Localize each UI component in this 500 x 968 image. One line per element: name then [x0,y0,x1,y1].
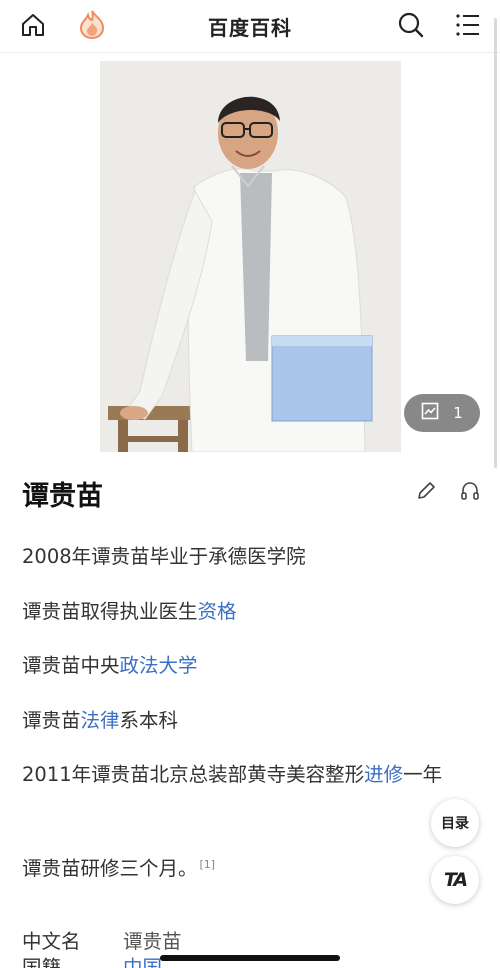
paragraph-text: 一年 [403,763,443,786]
link-law[interactable]: 法律 [81,709,120,732]
headphones-icon[interactable] [459,480,481,502]
infobox-row: 中文名 谭贵苗 [22,925,182,954]
paragraph: 2008年谭贵苗毕业于承德医学院 [22,538,462,576]
person-photo[interactable] [100,61,401,452]
gallery-icon [421,402,439,424]
infobox-label: 国籍 [22,956,62,968]
paragraph: 谭贵苗法律系本科 [22,702,462,740]
toc-button[interactable]: 目录 [431,799,479,847]
paragraph-text: 2011年谭贵苗北京总装部黄寺美容整形 [22,763,365,786]
menu-icon[interactable] [452,9,484,41]
paragraph: 2011年谭贵苗北京总装部黄寺美容整形进修一年 [22,756,464,794]
reference-marker[interactable]: [1] [200,858,216,871]
gallery-count-badge[interactable]: 1 [404,394,480,432]
paragraph-text: 谭贵苗研修三个月。 [22,857,198,880]
infobox-value: 谭贵苗 [123,930,182,953]
scrollbar[interactable] [494,18,497,468]
infobox-row: 国籍 中国 [22,954,162,968]
link-qualification[interactable]: 资格 [198,600,237,623]
pencil-icon[interactable] [415,480,437,502]
paragraph-text: 系本科 [119,709,179,732]
paragraph: 谭贵苗取得执业医生资格 [22,593,462,631]
top-navigation-bar: 百度百科 [0,0,500,53]
ta-button[interactable]: TA [431,856,479,904]
infobox-label: 中文名 [22,930,81,953]
infobox-value-link[interactable]: 中国 [123,956,162,968]
paragraph-text: 谭贵苗中央 [22,654,120,677]
link-study[interactable]: 进修 [364,763,403,786]
link-university[interactable]: 政法大学 [120,654,198,677]
home-indicator[interactable] [160,955,340,961]
search-icon[interactable] [395,9,427,41]
paragraph-text: 2008年谭贵苗毕业于承德医学院 [22,545,306,568]
gallery-count: 1 [453,404,463,422]
paragraph: 谭贵苗中央政法大学 [22,647,462,685]
paragraph: 谭贵苗研修三个月。 [1] [22,846,462,888]
entry-title: 谭贵苗 [22,481,103,512]
paragraph-text: 谭贵苗取得执业医生 [22,600,198,623]
paragraph-text: 谭贵苗 [22,709,81,732]
